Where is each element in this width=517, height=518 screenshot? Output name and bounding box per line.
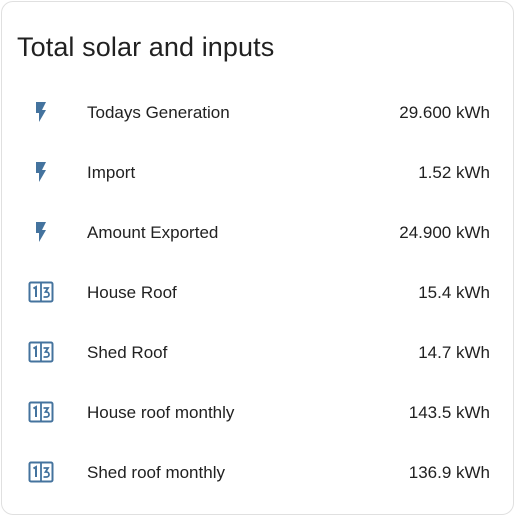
entity-name: House roof monthly — [87, 403, 235, 422]
entity-name: Todays Generation — [87, 103, 230, 122]
flash-icon — [26, 97, 56, 127]
entity-value: 24.900 kWh — [399, 223, 490, 242]
entity-value: 29.600 kWh — [399, 103, 490, 122]
entity-value: 136.9 kWh — [408, 463, 490, 482]
entity-value: 14.7 kWh — [418, 343, 490, 362]
entity-row-house-roof-monthly[interactable]: House roof monthly 143.5 kWh — [2, 382, 513, 442]
entity-name: Shed roof monthly — [87, 463, 225, 482]
counter-icon — [26, 457, 56, 487]
entity-name: House Roof — [87, 283, 177, 302]
entities-card: Total solar and inputs Todays Generation… — [1, 1, 514, 515]
entity-row-shed-roof-monthly[interactable]: Shed roof monthly 136.9 kWh — [2, 442, 513, 502]
flash-icon — [26, 217, 56, 247]
entity-value: 1.52 kWh — [418, 163, 490, 182]
flash-icon — [26, 157, 56, 187]
entity-row-house-roof[interactable]: House Roof 15.4 kWh — [2, 262, 513, 322]
counter-icon — [26, 397, 56, 427]
entity-row-amount-exported[interactable]: Amount Exported 24.900 kWh — [2, 202, 513, 262]
counter-icon — [26, 277, 56, 307]
card-title: Total solar and inputs — [17, 32, 275, 62]
entity-name: Shed Roof — [87, 343, 168, 362]
entity-row-import[interactable]: Import 1.52 kWh — [2, 142, 513, 202]
entity-value: 143.5 kWh — [408, 403, 490, 422]
entity-name: Amount Exported — [87, 223, 219, 242]
entity-name: Import — [87, 163, 136, 182]
entity-list: Todays Generation 29.600 kWh Import 1.52… — [2, 82, 513, 502]
entity-value: 15.4 kWh — [418, 283, 490, 302]
counter-icon — [26, 337, 56, 367]
entity-row-shed-roof[interactable]: Shed Roof 14.7 kWh — [2, 322, 513, 382]
entity-row-todays-generation[interactable]: Todays Generation 29.600 kWh — [2, 82, 513, 142]
